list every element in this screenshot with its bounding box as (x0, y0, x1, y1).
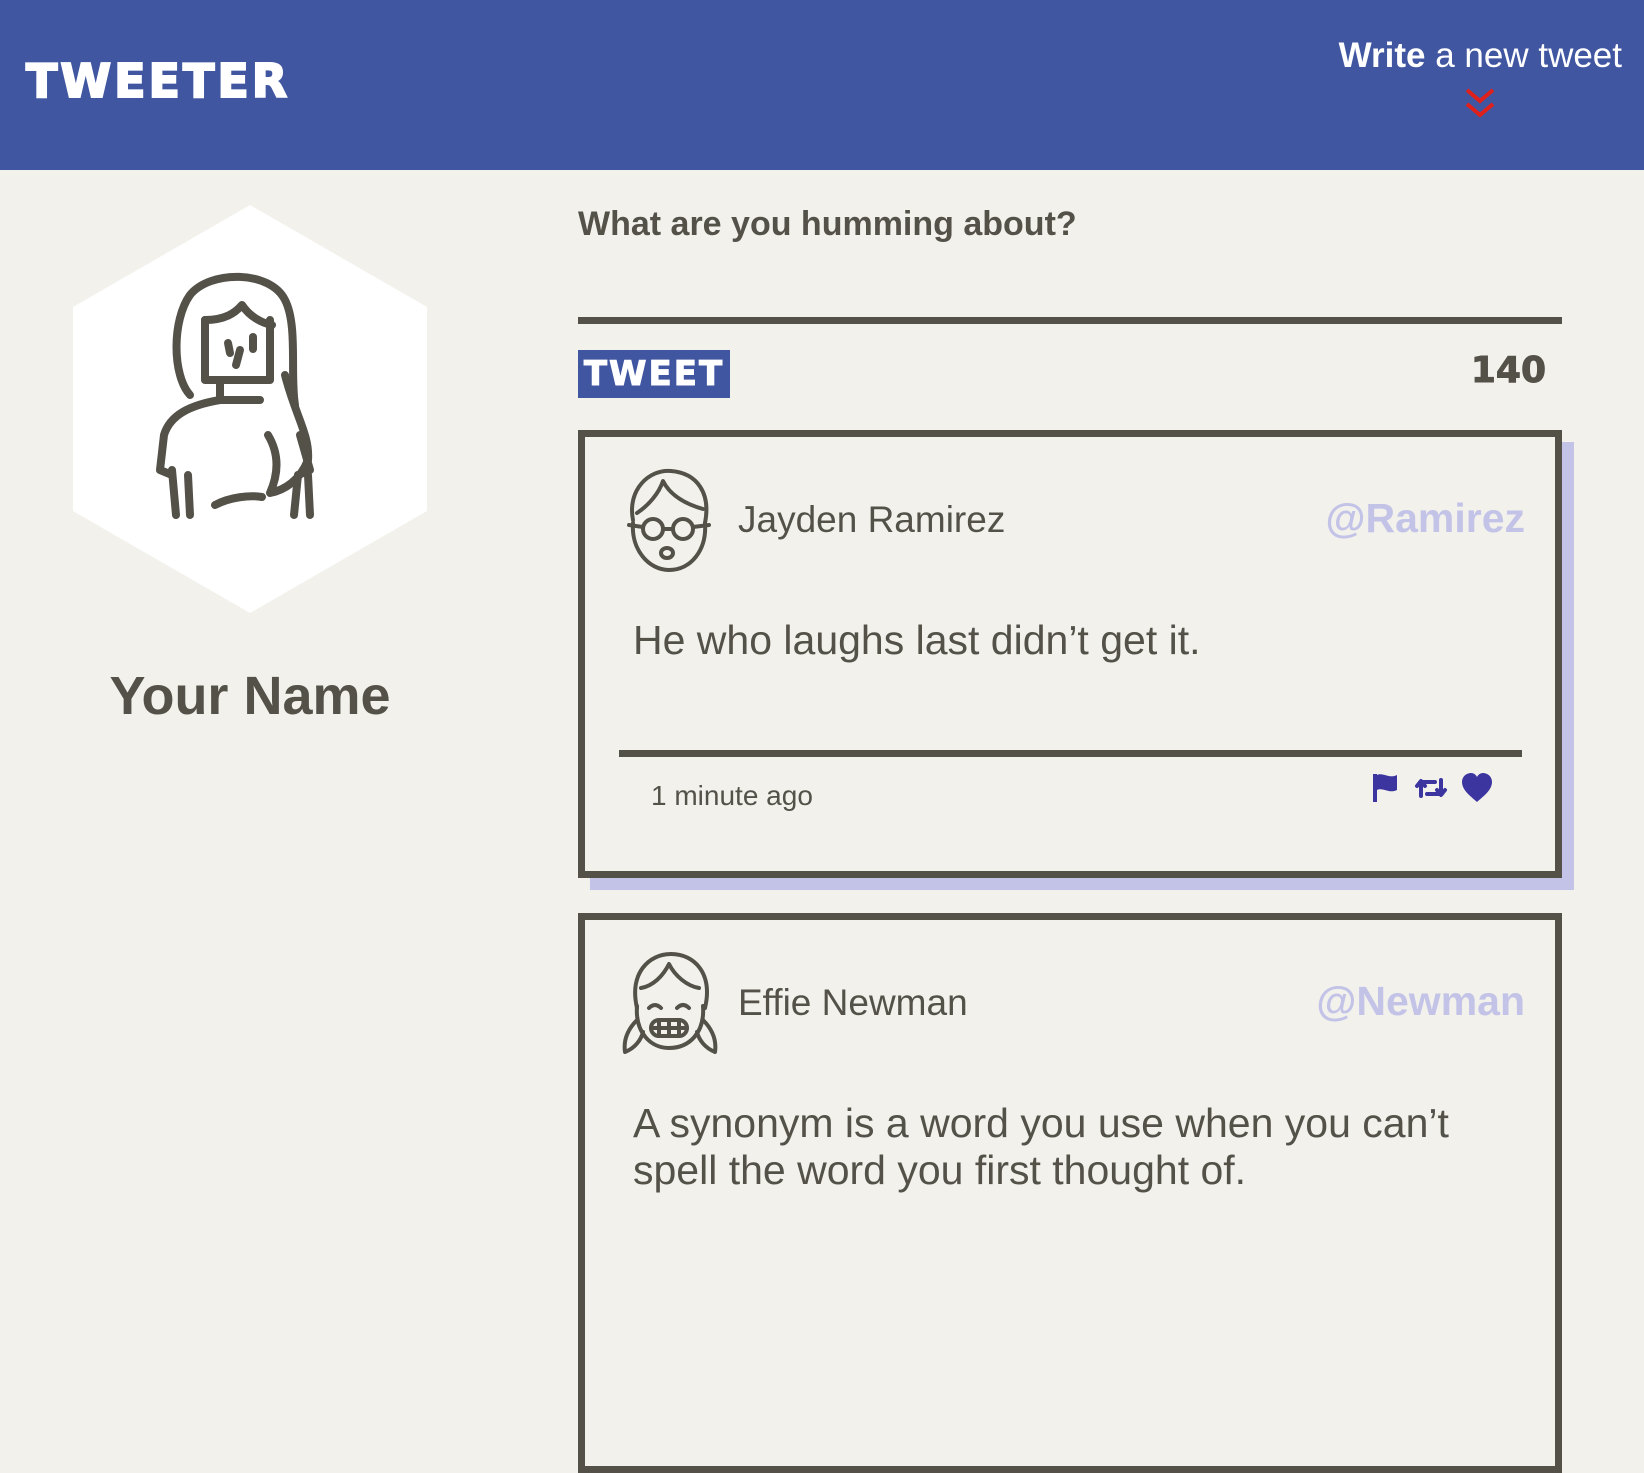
retweet-icon (1415, 778, 1447, 798)
tweet-author-name: Jayden Ramirez (738, 499, 1006, 540)
heart-icon (1462, 773, 1492, 802)
compose-toggle-label: Write a new tweet (1339, 36, 1622, 76)
top-nav: TWEETER Write a new tweet (0, 0, 1644, 170)
like-button[interactable] (1459, 770, 1495, 806)
woman-avatar-icon (156, 272, 314, 519)
tweet-actions (1367, 770, 1495, 806)
retweet-button[interactable] (1413, 770, 1449, 806)
tweet-author-handle[interactable]: @Ramirez (1326, 495, 1526, 542)
tweet-timestamp: 1 minute ago (651, 780, 813, 811)
profile-panel: Your Name (0, 170, 500, 770)
new-tweet-label: What are you humming about? (578, 205, 1077, 243)
compose-toggle-button[interactable]: Write a new tweet (1339, 36, 1622, 122)
compose-rest-text: a new tweet (1425, 36, 1622, 75)
boy-glasses-avatar-icon (627, 468, 711, 572)
tweet-divider (619, 750, 1522, 757)
tweet-submit-button[interactable]: TWEET (578, 350, 730, 398)
profile-name: Your Name (109, 666, 391, 726)
girl-pigtails-avatar-icon (622, 952, 718, 1054)
tweet-author-handle[interactable]: @Newman (1316, 978, 1525, 1025)
tweet-textarea[interactable] (578, 248, 1562, 324)
tweet-body: A synonym is a word you use when you can… (633, 1100, 1449, 1193)
double-chevron-down-icon (1466, 88, 1495, 118)
tweet-card: Effie Newman @Newman A synonym is a word… (578, 913, 1562, 1473)
character-counter: 140 (1470, 350, 1546, 392)
flag-button[interactable] (1367, 770, 1403, 806)
flag-icon (1373, 774, 1397, 802)
profile-avatar-frame (73, 205, 427, 613)
app-logo[interactable]: TWEETER (25, 53, 290, 109)
tweet-card: Jayden Ramirez @Ramirez He who laughs la… (578, 430, 1562, 878)
tweet-body: He who laughs last didn’t get it. (633, 617, 1201, 663)
compose-bold-text: Write (1338, 36, 1426, 75)
tweet-author-name: Effie Newman (738, 982, 968, 1023)
